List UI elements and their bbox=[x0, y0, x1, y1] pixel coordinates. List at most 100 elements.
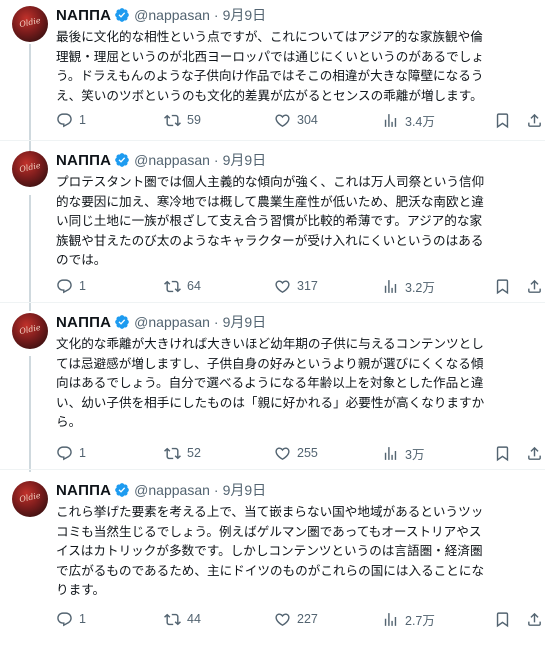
verified-badge-icon bbox=[115, 8, 130, 22]
share-button[interactable] bbox=[526, 610, 543, 628]
bookmark-icon bbox=[496, 278, 509, 294]
repost-icon bbox=[164, 280, 181, 292]
like-button[interactable]: 227 bbox=[274, 610, 318, 628]
author-name[interactable]: NAΠΠA bbox=[56, 7, 111, 24]
like-button[interactable]: 317 bbox=[274, 277, 318, 295]
like-button[interactable]: 304 bbox=[274, 111, 318, 129]
bookmark-button[interactable] bbox=[494, 111, 511, 129]
tweet[interactable]: Oldie NAΠΠA @nappasan · 9月9日 プロテスタント圏では個… bbox=[0, 151, 545, 311]
text-line: 的な要因に加え、寒冷地では概して農業生産性が低いため、肥沃な南欧と違 bbox=[56, 193, 484, 209]
tweet-date[interactable]: 9月9日 bbox=[223, 150, 267, 170]
reply-icon bbox=[57, 611, 72, 626]
repost-icon bbox=[164, 613, 181, 625]
avatar[interactable]: Oldie bbox=[12, 481, 48, 517]
reply-button[interactable]: 1 bbox=[56, 111, 86, 129]
reply-count: 1 bbox=[79, 113, 86, 127]
share-button[interactable] bbox=[526, 111, 543, 129]
text-line: のでは。 bbox=[56, 252, 107, 267]
avatar[interactable]: Oldie bbox=[12, 151, 48, 187]
text-line: ては忌避感が増しますし、子供自身の好みというより親が選びにくくなる傾 bbox=[56, 355, 484, 371]
author-name[interactable]: NAΠΠA bbox=[56, 314, 111, 331]
bookmark-button[interactable] bbox=[494, 277, 511, 295]
like-count: 255 bbox=[297, 446, 318, 460]
views-button[interactable]: 3.2万 bbox=[382, 277, 435, 295]
reply-count: 1 bbox=[79, 612, 86, 626]
avatar[interactable]: Oldie bbox=[12, 313, 48, 349]
text-line: う。ドラえもんのような子供向け作品ではそこの相違が大きな障壁になるう bbox=[56, 68, 484, 83]
tweet-header: NAΠΠA @nappasan · 9月9日 bbox=[56, 481, 266, 499]
author-name[interactable]: NAΠΠA bbox=[56, 482, 111, 499]
reply-button[interactable]: 1 bbox=[56, 444, 86, 462]
views-icon bbox=[384, 113, 397, 127]
tweet[interactable]: Oldie NAΠΠA @nappasan · 9月9日 これら挙げた要素を考え… bbox=[0, 481, 545, 641]
separator: · bbox=[213, 152, 219, 168]
tweet-actions: 1 52 255 3万 bbox=[56, 444, 541, 462]
tweet[interactable]: Oldie NAΠΠA @nappasan · 9月9日 文化的な乖離が大きけれ… bbox=[0, 313, 545, 473]
like-icon bbox=[275, 279, 290, 293]
text-line: 理観・理屈というのが北西ヨーロッパでは通じにくいというのがあるでしょ bbox=[56, 48, 484, 64]
tweet-divider bbox=[0, 469, 545, 470]
repost-icon bbox=[164, 114, 181, 126]
repost-icon bbox=[164, 447, 181, 459]
share-icon bbox=[528, 113, 541, 127]
tweet-date[interactable]: 9月9日 bbox=[223, 5, 267, 25]
tweet-divider bbox=[0, 302, 545, 303]
tweet-date[interactable]: 9月9日 bbox=[223, 312, 267, 332]
author-handle[interactable]: @nappasan bbox=[134, 314, 210, 330]
text-line: ります。 bbox=[56, 582, 106, 597]
like-icon bbox=[275, 113, 290, 127]
text-line: で広がるものであるため、主にドイツのものがこれらの国には入ることにな bbox=[56, 562, 485, 578]
repost-button[interactable]: 59 bbox=[164, 111, 201, 129]
tweet-date[interactable]: 9月9日 bbox=[223, 480, 267, 500]
text-line: え、笑いのツボというのも文化的差異が広がるとセンスの乖離が増します。 bbox=[56, 87, 483, 103]
bookmark-button[interactable] bbox=[494, 444, 511, 462]
views-button[interactable]: 2.7万 bbox=[382, 610, 435, 628]
views-icon bbox=[384, 279, 397, 293]
avatar[interactable]: Oldie bbox=[12, 6, 48, 42]
bookmark-icon bbox=[496, 611, 509, 627]
verified-badge-icon bbox=[115, 483, 130, 497]
repost-button[interactable]: 52 bbox=[164, 444, 201, 462]
reply-button[interactable]: 1 bbox=[56, 277, 86, 295]
like-icon bbox=[275, 446, 290, 460]
text-line: これら挙げた要素を考える上で、当て嵌まらない国や地域があるというツッ bbox=[56, 504, 484, 519]
tweet[interactable]: Oldie NAΠΠA @nappasan · 9月9日 最後に文化的な相性とい… bbox=[0, 6, 545, 152]
like-count: 304 bbox=[297, 113, 318, 127]
tweet-text: 文化的な乖離が大きければ大きいほど幼年期の子供に与えるコンテンツとし ては忌避感… bbox=[56, 334, 536, 432]
text-line: コミも当然生じるでしょう。例えばゲルマン圏であってもオーストリアやス bbox=[56, 523, 482, 539]
text-line: い、幼い子供を相手にしたものは「親に好かれる」必要性が高くなりますか bbox=[56, 394, 485, 410]
bookmark-button[interactable] bbox=[494, 610, 511, 628]
share-button[interactable] bbox=[526, 444, 543, 462]
author-handle[interactable]: @nappasan bbox=[134, 482, 210, 498]
reply-button[interactable]: 1 bbox=[56, 610, 86, 628]
text-line: 最後に文化的な相性という点ですが、これについてはアジア的な家族観や倫 bbox=[56, 29, 483, 44]
text-line: 文化的な乖離が大きければ大きいほど幼年期の子供に与えるコンテンツとし bbox=[56, 336, 484, 351]
text-line: イスはカトリックが多数です。しかしコンテンツというのは言語圏・経済圏 bbox=[56, 543, 483, 558]
like-icon bbox=[275, 612, 290, 626]
avatar-image: Oldie bbox=[18, 15, 42, 30]
verified-badge-icon bbox=[115, 153, 130, 167]
separator: · bbox=[213, 7, 219, 23]
author-handle[interactable]: @nappasan bbox=[134, 152, 210, 168]
share-icon bbox=[528, 612, 541, 626]
text-line: い同じ土地に一族が根ざして支え合う習慣が比較的希薄です。アジア的な家 bbox=[56, 213, 483, 228]
views-icon bbox=[384, 446, 397, 460]
author-handle[interactable]: @nappasan bbox=[134, 7, 210, 23]
tweet-header: NAΠΠA @nappasan · 9月9日 bbox=[56, 6, 266, 24]
bookmark-icon bbox=[496, 112, 509, 128]
tweet-actions: 1 59 304 3.4万 bbox=[56, 111, 541, 129]
view-count: 3.2万 bbox=[405, 280, 435, 295]
views-button[interactable]: 3.4万 bbox=[382, 111, 435, 129]
views-button[interactable]: 3万 bbox=[382, 444, 424, 462]
repost-button[interactable]: 64 bbox=[164, 277, 201, 295]
tweet-header: NAΠΠA @nappasan · 9月9日 bbox=[56, 151, 266, 169]
tweet-text: これら挙げた要素を考える上で、当て嵌まらない国や地域があるというツッ コミも当然… bbox=[56, 502, 536, 600]
verified-badge-icon bbox=[115, 315, 130, 329]
repost-button[interactable]: 44 bbox=[164, 610, 201, 628]
share-button[interactable] bbox=[526, 277, 543, 295]
text-line: 族観や甘えたのび太のようなキャラクターが受け入れにくいというのはある bbox=[56, 232, 484, 248]
like-button[interactable]: 255 bbox=[274, 444, 318, 462]
separator: · bbox=[213, 314, 219, 330]
tweet-divider bbox=[0, 140, 545, 141]
author-name[interactable]: NAΠΠA bbox=[56, 152, 111, 169]
